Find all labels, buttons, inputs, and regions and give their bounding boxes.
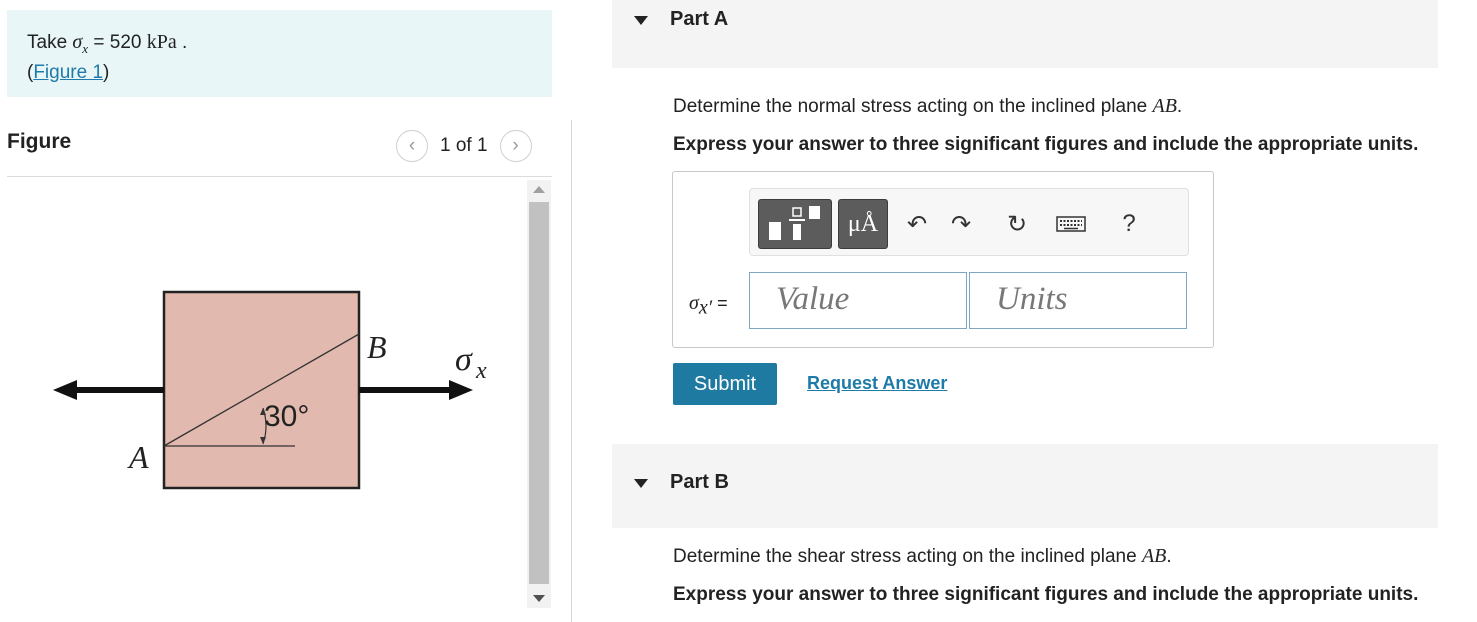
scroll-down-icon[interactable] — [533, 595, 545, 602]
figure-link-line: (Figure 1) — [27, 61, 552, 85]
sigma-x-subscript: x — [475, 358, 487, 384]
part-b-period: . — [1166, 546, 1172, 567]
redo-button[interactable]: ↷ — [946, 209, 976, 239]
answer-sub: x′ — [698, 296, 713, 319]
help-icon: ? — [1122, 210, 1136, 237]
paren-close: ) — [103, 62, 110, 83]
figure-title: Figure — [7, 130, 72, 153]
figure-scrollbar[interactable] — [527, 180, 551, 608]
sigma-x-label: σ — [455, 341, 473, 378]
part-a-instruction: Express your answer to three significant… — [673, 134, 1419, 155]
template-button[interactable] — [758, 199, 832, 249]
prev-figure-button[interactable]: ‹ — [396, 130, 428, 162]
units-icon: μÅ — [847, 210, 879, 237]
panel-divider — [571, 120, 572, 622]
part-a-title: Part A — [670, 8, 729, 30]
next-figure-button[interactable]: › — [499, 130, 532, 162]
figure-link[interactable]: Figure 1 — [33, 62, 103, 83]
submit-button[interactable]: Submit — [673, 363, 777, 405]
figure-panel: Take σx = 520 kPa . (Figure 1) Figure ‹ … — [0, 0, 572, 622]
fraction-template-icon — [769, 206, 820, 240]
part-b-question-text: Determine the shear stress acting on the… — [673, 546, 1137, 567]
units-button[interactable]: μÅ — [838, 199, 888, 249]
stress-diagram: 30° A B σ x — [53, 290, 487, 490]
given-period: . — [182, 32, 188, 53]
part-b-instruction: Express your answer to three significant… — [673, 584, 1419, 605]
part-b-plane: AB — [1141, 545, 1167, 567]
part-a-plane: AB — [1152, 95, 1177, 117]
point-b-label: B — [367, 329, 387, 365]
given-take: Take — [27, 32, 68, 53]
right-arrowhead — [449, 380, 473, 400]
given-sigma: σx — [72, 31, 89, 56]
units-input[interactable]: Units — [969, 272, 1187, 329]
part-b-title: Part B — [670, 471, 729, 493]
help-button[interactable]: ? — [1114, 209, 1144, 239]
part-a-question-text: Determine the normal stress acting on th… — [673, 96, 1148, 117]
given-value: 520 — [109, 32, 142, 53]
part-a-period: . — [1176, 96, 1183, 117]
redo-icon: ↷ — [950, 210, 972, 238]
given-box: Take σx = 520 kPa . (Figure 1) — [7, 10, 552, 97]
figure-canvas: 30° A B σ x — [7, 180, 527, 610]
request-answer-link[interactable]: Request Answer — [807, 373, 947, 394]
figure-divider — [7, 176, 552, 177]
undo-button[interactable]: ↶ — [902, 209, 932, 239]
angle-label: 30° — [264, 400, 309, 433]
part-a-question: Determine the normal stress acting on th… — [673, 95, 1182, 118]
answer-equals: = — [717, 293, 728, 313]
figure-nav: ‹ 1 of 1 › — [396, 129, 532, 163]
keyboard-button[interactable] — [1056, 209, 1086, 239]
given-equals: = — [93, 32, 105, 53]
point-a-label: A — [127, 439, 149, 475]
given-unit: kPa — [146, 31, 177, 53]
scroll-thumb[interactable] — [529, 202, 549, 584]
answer-box: μÅ ↶ ↷ ↻ ? σx′ = Value Units — [672, 171, 1214, 348]
answer-sigma: σ — [689, 292, 699, 314]
reset-icon: ↻ — [1006, 210, 1028, 238]
part-b-question: Determine the shear stress acting on the… — [673, 545, 1172, 568]
chevron-left-icon: ‹ — [408, 135, 416, 156]
caret-down-icon[interactable] — [634, 479, 648, 488]
math-toolbar: μÅ ↶ ↷ ↻ ? — [749, 188, 1189, 256]
given-line: Take σx = 520 kPa . — [27, 30, 552, 61]
reset-button[interactable]: ↻ — [1002, 209, 1032, 239]
part-b-header[interactable]: Part B — [612, 444, 1438, 528]
figure-counter: 1 of 1 — [440, 135, 488, 156]
keyboard-icon — [1056, 216, 1086, 232]
undo-icon: ↶ — [906, 210, 928, 238]
scroll-up-icon[interactable] — [533, 186, 545, 193]
value-input[interactable]: Value — [749, 272, 967, 329]
chevron-right-icon: › — [512, 135, 519, 156]
left-arrowhead — [53, 380, 77, 400]
part-a-header[interactable]: Part A — [612, 0, 1438, 68]
answer-label: σx′ = — [689, 292, 728, 320]
caret-down-icon[interactable] — [634, 16, 648, 25]
